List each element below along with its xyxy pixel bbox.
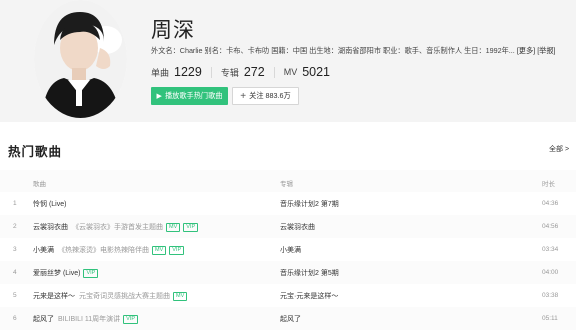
stat-mv-label[interactable]: MV [284,67,298,77]
song-index: 6 [13,315,17,322]
song-album[interactable]: 音乐缘计划2 第7期 [280,199,339,209]
mv-badge[interactable]: MV [166,223,181,232]
song-title[interactable]: 怜悯 (Live) [33,201,66,208]
song-index: 3 [13,246,17,253]
song-subtitle: 《热辣滚烫》电影热辣陪伴曲 [58,247,149,254]
song-duration: 03:34 [542,246,559,253]
song-title[interactable]: 云裳羽衣曲 [33,224,68,231]
song-row[interactable]: 1 怜悯 (Live) 音乐缘计划2 第7期 04:36 [0,192,576,215]
stat-albums-label[interactable]: 专辑 [221,66,239,79]
vip-badge: VIP [169,246,185,255]
song-subtitle: 元宝奇词灵感挑战大赛主题曲 [79,293,170,300]
song-title-cell: 起风了 BILIBILI 11周年演讲 VIP [33,314,138,324]
section-title: 热门歌曲 [8,145,63,159]
song-album[interactable]: 元宝·元来是这样～ [280,291,338,301]
song-title[interactable]: 起风了 [33,316,54,323]
more-info-link[interactable]: [更多] [517,46,535,55]
stat-albums-value[interactable]: 272 [244,65,265,79]
vip-badge: VIP [183,223,199,232]
follow-button-label: 关注 883.6万 [249,91,291,100]
song-title-cell: 爱丽丝梦 (Live) VIP [33,268,99,278]
song-duration: 03:38 [542,292,559,299]
stat-divider [210,66,212,78]
view-all-link[interactable]: 全部 > [549,144,569,154]
artist-name: 周深 [151,19,195,42]
song-album[interactable]: 云裳羽衣曲 [280,222,315,232]
mv-badge[interactable]: MV [173,292,188,301]
song-title-cell: 云裳羽衣曲 《云裳羽衣》手游首发主题曲 MV VIP [33,222,199,232]
report-link[interactable]: [举报] [537,46,555,55]
stat-mv-value[interactable]: 5021 [302,65,330,79]
song-row[interactable]: 2 云裳羽衣曲 《云裳羽衣》手游首发主题曲 MV VIP 云裳羽衣曲 04:56 [0,215,576,238]
follow-button[interactable]: + 关注 883.6万 [232,87,299,105]
stat-songs-label[interactable]: 单曲 [151,66,169,79]
song-index: 1 [13,200,17,207]
song-album[interactable]: 起风了 [280,314,301,324]
artist-stats: 单曲 1229 专辑 272 MV 5021 [151,64,330,80]
stat-songs-value[interactable]: 1229 [174,65,202,79]
artist-avatar[interactable] [34,0,127,118]
song-title[interactable]: 元来是这样～ [33,293,75,300]
song-row[interactable]: 4 爱丽丝梦 (Live) VIP 音乐缘计划2 第5期 04:00 [0,261,576,284]
song-row[interactable]: 5 元来是这样～ 元宝奇词灵感挑战大赛主题曲 MV 元宝·元来是这样～ 03:38 [0,284,576,307]
song-album[interactable]: 音乐缘计划2 第5期 [280,268,339,278]
song-row[interactable]: 3 小美满 《热辣滚烫》电影热辣陪伴曲 MV VIP 小美满 03:34 [0,238,576,261]
song-title-cell: 怜悯 (Live) [33,199,66,209]
vip-badge: VIP [83,269,99,278]
header-duration: 时长 [542,181,555,188]
song-table-header: 歌曲 专辑 时长 [0,170,576,192]
song-title-cell: 小美满 《热辣滚烫》电影热辣陪伴曲 MV VIP [33,245,185,255]
stat-divider [273,66,275,78]
mv-badge[interactable]: MV [152,246,167,255]
song-duration: 04:36 [542,200,559,207]
song-index: 5 [13,292,17,299]
song-duration: 04:56 [542,223,559,230]
artist-meta: 外文名：Charlie 别名：卡布、卡布叻 国籍：中国 出生地：湖南省邵阳市 职… [151,46,571,56]
song-index: 2 [13,223,17,230]
song-duration: 05:11 [542,315,558,322]
artist-header: 周深 外文名：Charlie 别名：卡布、卡布叻 国籍：中国 出生地：湖南省邵阳… [0,0,576,122]
song-title-cell: 元来是这样～ 元宝奇词灵感挑战大赛主题曲 MV [33,291,188,301]
song-index: 4 [13,269,17,276]
song-subtitle: BILIBILI 11周年演讲 [58,316,121,323]
vip-badge: VIP [123,315,138,324]
song-title[interactable]: 小美满 [33,247,54,254]
song-title[interactable]: 爱丽丝梦 (Live) [33,270,80,277]
song-album[interactable]: 小美满 [280,245,301,255]
song-duration: 04:00 [542,269,559,276]
plus-icon: + [240,90,247,102]
play-icon: ▶ [156,93,162,100]
play-button-label: 播放歌手热门歌曲 [164,91,223,100]
song-subtitle: 《云裳羽衣》手游首发主题曲 [72,224,163,231]
header-album: 专辑 [280,181,293,188]
artist-meta-text: 外文名：Charlie 别名：卡布、卡布叻 国籍：中国 出生地：湖南省邵阳市 职… [151,46,515,55]
header-song: 歌曲 [33,181,46,188]
play-hot-songs-button[interactable]: ▶ 播放歌手热门歌曲 [151,87,228,105]
song-row[interactable]: 6 起风了 BILIBILI 11周年演讲 VIP 起风了 05:11 [0,307,576,330]
